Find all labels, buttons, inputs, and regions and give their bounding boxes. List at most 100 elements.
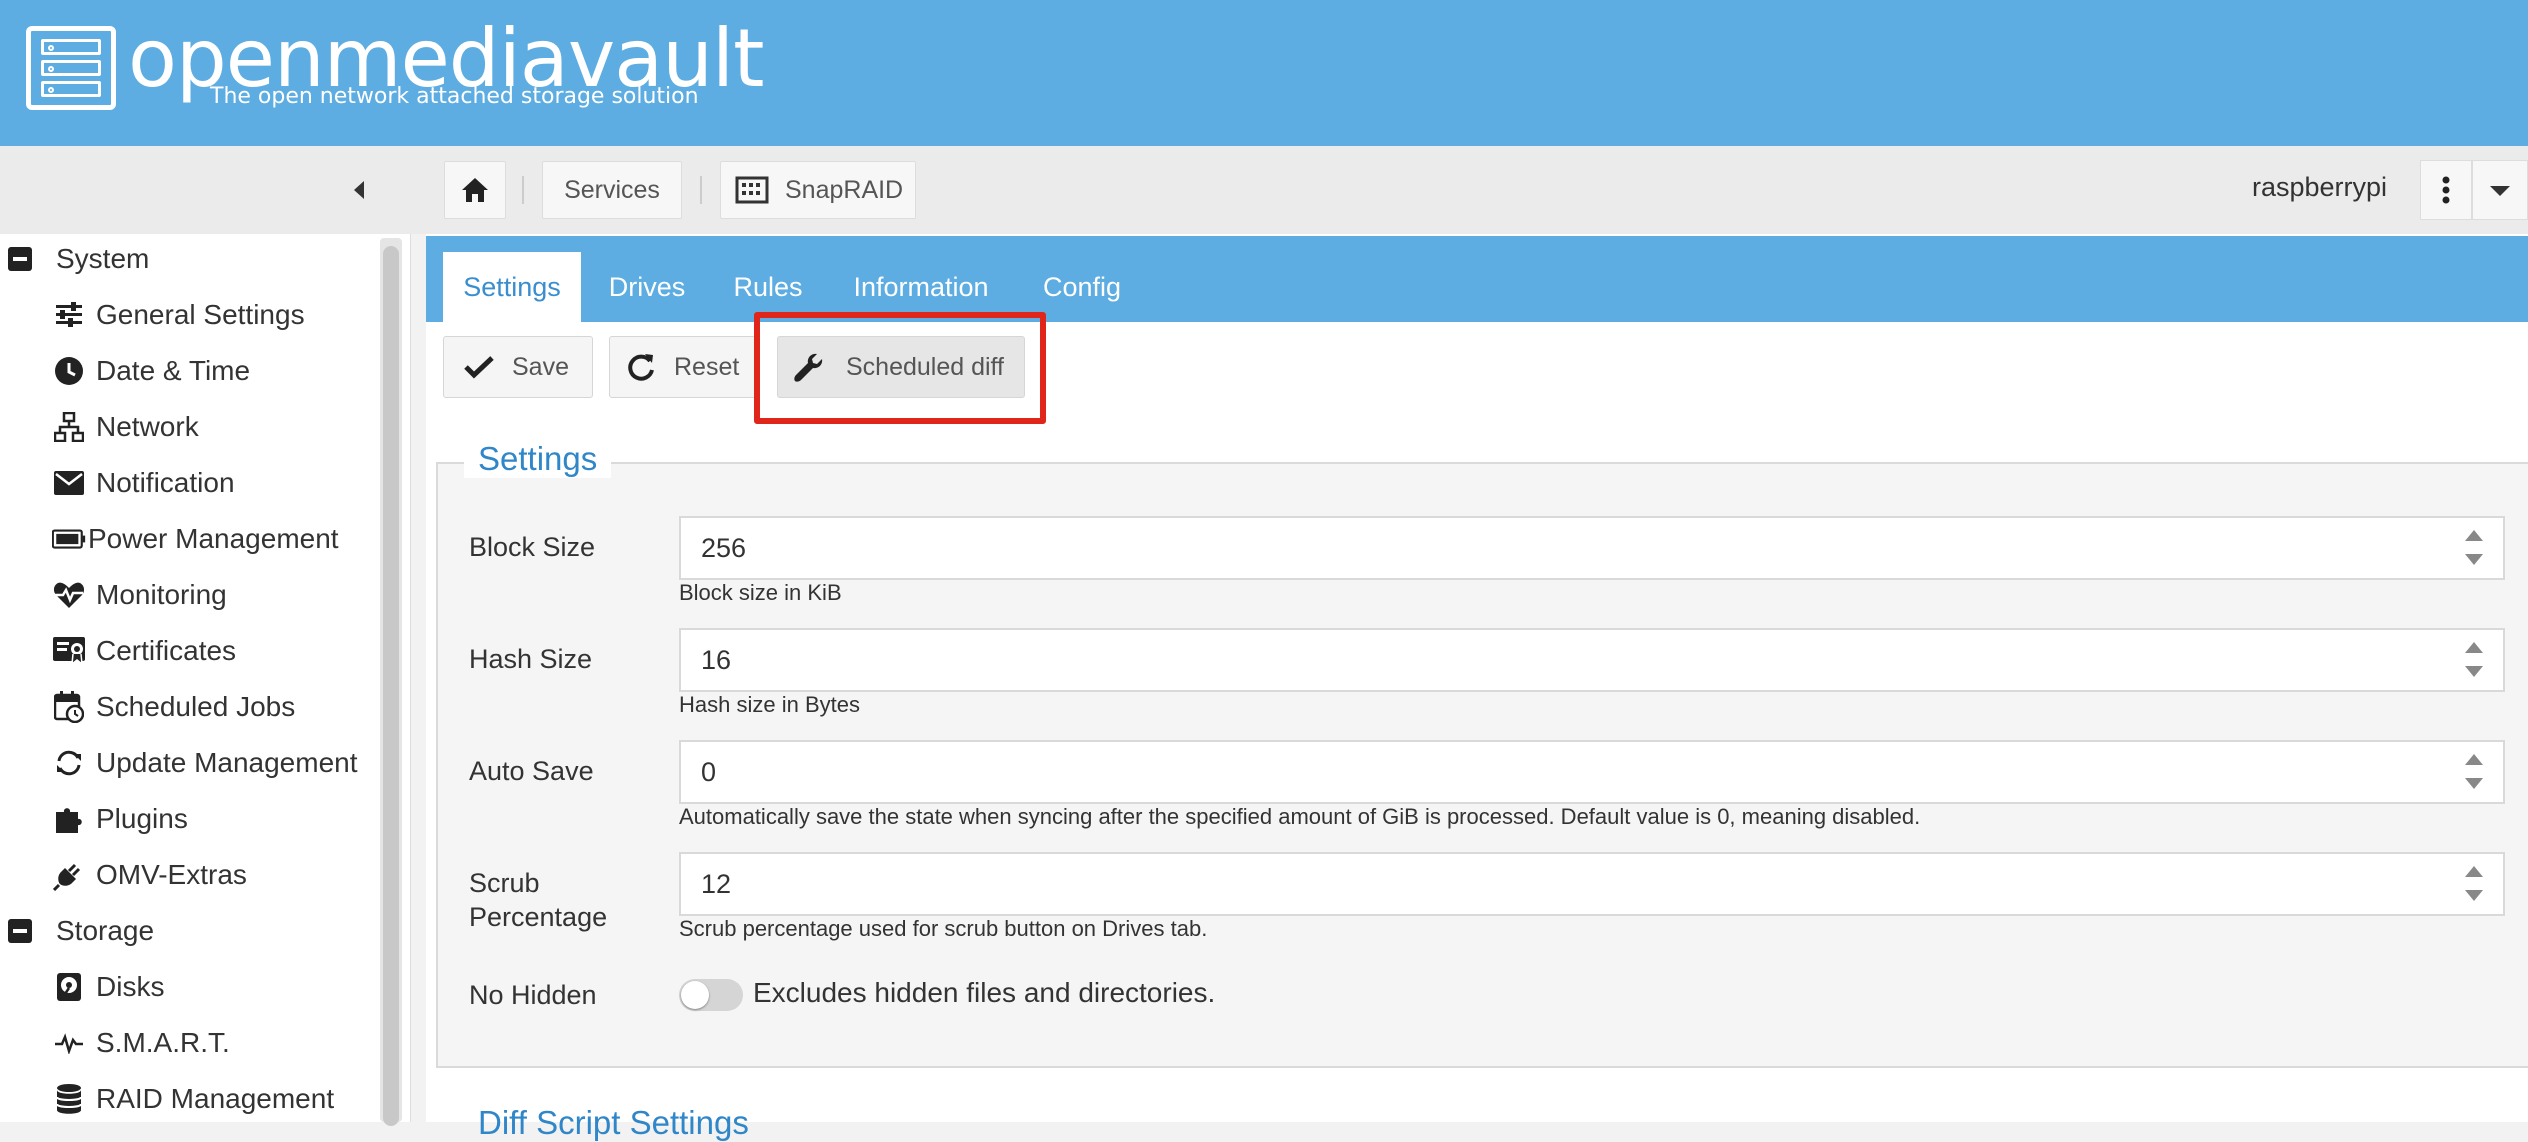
scrub-percentage-hint: Scrub percentage used for scrub button o… [679,916,1208,941]
sidebar-item-general-settings[interactable]: General Settings [0,289,380,341]
envelope-icon [52,466,86,500]
sidebar-item-disks[interactable]: Disks [0,961,380,1013]
sidebar-item-network[interactable]: Network [0,401,380,453]
breadcrumb-separator [522,176,524,204]
breadcrumb-services[interactable]: Services [542,161,682,219]
top-toolbar [0,146,2528,234]
home-icon [462,178,488,202]
check-icon [464,356,494,379]
sidebar-item-certificates[interactable]: Certificates [0,625,380,677]
sidebar-category-label: Storage [56,915,155,946]
breadcrumb-services-label: Services [564,175,660,204]
sidebar-scroll-thumb[interactable] [383,246,399,1126]
no-hidden-description: Excludes hidden files and directories. [753,977,1216,1008]
hash-size-value: 16 [701,644,732,675]
sidebar-item-label: OMV-Extras [96,859,247,890]
tab-label: Drives [608,271,686,302]
breadcrumb-separator [700,176,702,204]
tab-label: Information [853,271,989,302]
sidebar-item-smart[interactable]: S.M.A.R.T. [0,1017,380,1069]
tab-drives[interactable]: Drives [594,252,700,322]
more-menu-button[interactable] [2420,160,2472,220]
sidebar-item-power-management[interactable]: Power Management [0,513,380,565]
settings-legend: Settings [464,440,612,478]
breadcrumb-home[interactable] [444,161,506,219]
block-size-hint: Block size in KiB [679,580,842,605]
sidebar-item-label: Scheduled Jobs [96,691,296,722]
save-button-label: Save [512,352,569,381]
refresh-icon [52,746,86,780]
database-icon [52,1082,86,1116]
sidebar-item-plugins[interactable]: Plugins [0,793,380,845]
hash-size-input[interactable]: 16 [679,628,2505,692]
hostname-label: raspberrypi [2252,172,2388,202]
collapse-minus-icon [8,919,32,943]
spinner-arrows-icon[interactable] [2465,530,2483,568]
sidebar-item-label: Date & Time [96,355,251,386]
scrub-percentage-label: Scrub Percentage [469,868,608,932]
sidebar-item-label: Update Management [96,747,358,778]
spinner-arrows-icon[interactable] [2465,866,2483,904]
sidebar-item-label: Network [96,411,199,442]
collapse-sidebar-icon[interactable] [350,176,370,204]
tab-settings[interactable]: Settings [443,252,581,322]
highlight-box [754,312,1046,424]
puzzle-icon [52,802,86,836]
sidebar-item-omv-extras[interactable]: OMV-Extras [0,849,380,901]
breadcrumb-snapraid-label: SnapRAID [785,175,904,204]
tab-label: Settings [463,271,561,302]
scrub-percentage-input[interactable]: 12 [679,852,2505,916]
sidebar-item-label: Certificates [96,635,237,666]
collapse-minus-icon [8,247,32,271]
logo-icon [26,26,116,110]
sidebar-item-label: S.M.A.R.T. [96,1027,230,1058]
app-subtitle: The open network attached storage soluti… [210,84,699,109]
auto-save-hint: Automatically save the state when syncin… [679,804,1921,829]
sidebar-item-label: Plugins [96,803,188,834]
reset-button-label: Reset [674,352,740,381]
spinner-arrows-icon[interactable] [2465,754,2483,792]
kebab-icon [2442,176,2450,204]
sidebar-item-label: Disks [96,971,165,1002]
raid-card-icon [735,176,769,204]
block-size-input[interactable]: 256 [679,516,2505,580]
scrub-percentage-value: 12 [701,868,732,899]
sidebar-item-raid-management[interactable]: RAID Management [0,1073,380,1125]
reset-icon [628,354,654,381]
save-button[interactable]: Save [443,336,593,398]
sliders-icon [52,298,86,332]
sidebar-item-notification[interactable]: Notification [0,457,380,509]
plug-icon [52,858,86,892]
auto-save-label: Auto Save [469,756,594,786]
sidebar-item-monitoring[interactable]: Monitoring [0,569,380,621]
sidebar-category-system[interactable]: System [0,233,149,285]
reset-button[interactable]: Reset [609,336,759,398]
network-icon [52,410,86,444]
block-size-label: Block Size [469,532,596,562]
sidebar-item-label: Monitoring [96,579,227,610]
sidebar-item-update-management[interactable]: Update Management [0,737,380,789]
tab-label: Config [1042,271,1122,302]
sidebar-item-label: General Settings [96,299,305,330]
sidebar-category-label: System [56,243,150,274]
sidebar-category-storage[interactable]: Storage [0,905,154,957]
heartbeat-icon [52,578,86,612]
calendar-clock-icon [52,690,86,724]
no-hidden-label: No Hidden [469,980,597,1010]
sidebar-item-label: RAID Management [96,1083,335,1114]
no-hidden-toggle[interactable] [679,979,743,1011]
sidebar-item-label: Power Management [88,523,339,554]
auto-save-value: 0 [701,756,717,787]
pulse-icon [52,1026,86,1060]
spinner-arrows-icon[interactable] [2465,642,2483,680]
user-dropdown-button[interactable] [2472,160,2528,220]
sidebar-item-date-time[interactable]: Date & Time [0,345,380,397]
disk-icon [52,970,86,1004]
certificate-icon [52,634,86,668]
hash-size-label: Hash Size [469,644,593,674]
auto-save-input[interactable]: 0 [679,740,2505,804]
breadcrumb-snapraid[interactable]: SnapRAID [720,161,916,219]
sidebar-item-scheduled-jobs[interactable]: Scheduled Jobs [0,681,380,733]
clock-icon [52,354,86,388]
sidebar-item-label: Notification [96,467,235,498]
